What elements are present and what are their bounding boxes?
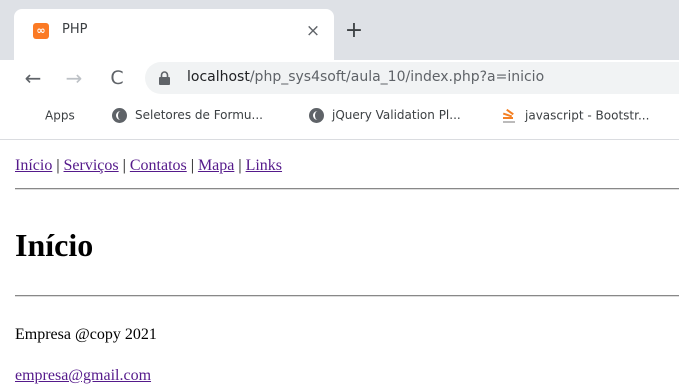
reload-button[interactable]: C: [103, 64, 131, 92]
tab-title: PHP: [62, 22, 88, 37]
stackoverflow-icon: [501, 108, 517, 124]
top-divider: [15, 188, 679, 190]
email-link[interactable]: empresa@gmail.com: [15, 367, 151, 385]
page-content: Início | Serviços | Contatos | Mapa | Li…: [0, 140, 679, 387]
new-tab-button[interactable]: +: [342, 19, 366, 43]
lock-icon[interactable]: [159, 71, 170, 85]
nav-link-mapa[interactable]: Mapa: [198, 157, 234, 174]
bookmark-seletores[interactable]: Seletores de Formu...: [112, 108, 263, 123]
xampp-icon: ∞: [33, 23, 49, 39]
globe-icon: [112, 108, 127, 123]
address-bar[interactable]: localhost/php_sys4soft/aula_10/index.php…: [145, 62, 679, 94]
bookmark-label: Seletores de Formu...: [135, 108, 263, 122]
bookmark-jquery-validation[interactable]: jQuery Validation Pl...: [309, 108, 461, 123]
back-button[interactable]: ←: [19, 64, 47, 92]
menu-separator: |: [190, 157, 194, 174]
url-host: localhost: [187, 69, 250, 85]
bookmark-apps[interactable]: Apps: [21, 108, 75, 124]
browser-toolbar: ← → C localhost/php_sys4soft/aula_10/ind…: [0, 60, 679, 96]
close-tab-icon[interactable]: ×: [303, 21, 323, 41]
forward-button[interactable]: →: [60, 64, 88, 92]
menu-separator: |: [122, 157, 126, 174]
nav-link-inicio[interactable]: Início: [15, 157, 52, 174]
site-nav-menu: Início | Serviços | Contatos | Mapa | Li…: [15, 157, 282, 175]
nav-link-links[interactable]: Links: [246, 157, 282, 174]
bookmark-label: jQuery Validation Pl...: [332, 108, 461, 122]
bookmark-label: javascript - Bootstr...: [525, 108, 650, 123]
tab-strip: ∞ PHP × +: [0, 0, 679, 60]
globe-icon: [309, 108, 324, 123]
bookmark-javascript-bootstrap[interactable]: javascript - Bootstr...: [501, 108, 649, 124]
url-text[interactable]: localhost/php_sys4soft/aula_10/index.php…: [187, 69, 544, 85]
bottom-divider: [15, 295, 679, 297]
footer-copyright: Empresa @copy 2021: [15, 326, 157, 343]
nav-link-servicos[interactable]: Serviços: [64, 157, 119, 174]
page-title: Início: [15, 227, 94, 263]
bookmark-label: Apps: [45, 108, 75, 123]
url-path: /php_sys4soft/aula_10/index.php?a=inicio: [249, 69, 545, 85]
menu-separator: |: [238, 157, 242, 174]
menu-separator: |: [56, 157, 60, 174]
browser-tab[interactable]: ∞ PHP ×: [14, 9, 334, 60]
apps-grid-icon: [21, 108, 37, 124]
bookmarks-bar: Apps Seletores de Formu... jQuery Valida…: [0, 96, 679, 140]
nav-link-contatos[interactable]: Contatos: [130, 157, 187, 174]
